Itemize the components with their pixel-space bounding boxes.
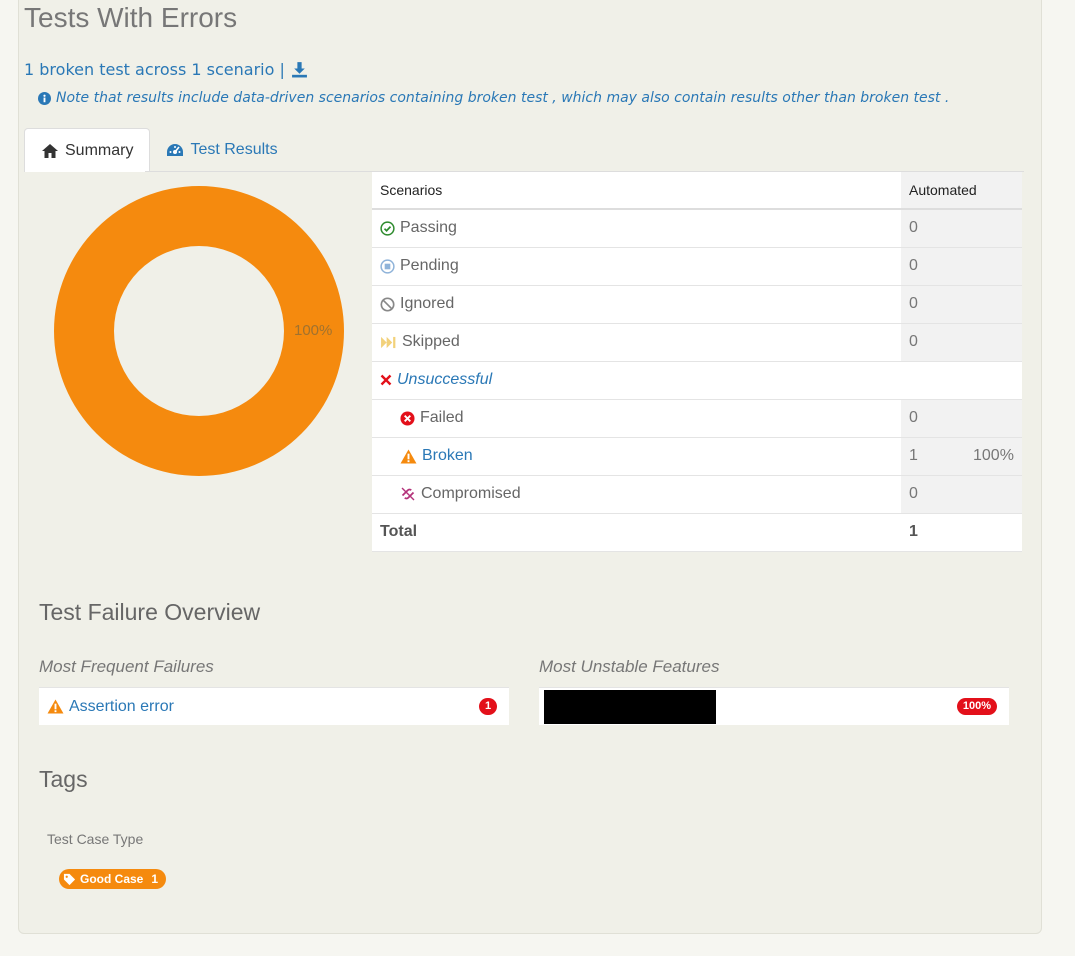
- ban-icon: [380, 296, 395, 312]
- summary-line: 1 broken test across 1 scenario |: [24, 60, 308, 79]
- unstable-pct-badge: 100%: [956, 698, 997, 715]
- scenarios-table: Scenarios Automated Passing 0 Pending 0 …: [372, 172, 1022, 552]
- tab-test-results[interactable]: Test Results: [150, 128, 293, 171]
- tab-summary-label: Summary: [65, 141, 134, 159]
- total-pct: [965, 513, 1022, 552]
- table-row: Passing 0: [372, 209, 1022, 248]
- table-row: Broken 1 100%: [372, 437, 1022, 476]
- tag-count: 1: [151, 872, 159, 886]
- row-label-failed: Failed: [420, 409, 464, 426]
- header-scenarios: Scenarios: [372, 172, 901, 210]
- warning-icon: [47, 699, 64, 714]
- chain-broken-icon: [400, 486, 416, 502]
- frequent-failures-heading: Most Frequent Failures: [39, 657, 214, 676]
- redacted-feature-name[interactable]: [544, 689, 716, 724]
- page-title: Tests With Errors: [24, 2, 238, 33]
- row-count: [901, 361, 965, 400]
- warning-icon: [400, 448, 417, 464]
- unstable-features-heading: Most Unstable Features: [539, 657, 720, 676]
- pending-icon: [380, 258, 395, 274]
- info-icon: [38, 91, 51, 105]
- row-count: 1: [901, 437, 965, 476]
- tab-bar: Summary Test Results: [24, 128, 294, 172]
- total-count: 1: [901, 513, 965, 552]
- table-row: Skipped 0: [372, 323, 1022, 362]
- row-pct: [965, 209, 1022, 248]
- failure-item: Assertion error 1: [39, 687, 509, 725]
- table-row: Unsuccessful: [372, 361, 1022, 400]
- row-count: 0: [901, 247, 965, 286]
- row-count: 0: [901, 475, 965, 514]
- tab-test-results-label: Test Results: [190, 140, 278, 158]
- row-count: 0: [901, 285, 965, 324]
- table-row: Ignored 0: [372, 285, 1022, 324]
- table-row: Failed 0: [372, 399, 1022, 438]
- tab-summary[interactable]: Summary: [24, 128, 151, 172]
- table-row: Pending 0: [372, 247, 1022, 286]
- tag-label: Good Case: [80, 872, 144, 886]
- donut-slice-label: 100%: [294, 322, 333, 339]
- failure-link[interactable]: Assertion error: [69, 698, 174, 716]
- row-label-ignored: Ignored: [400, 295, 455, 312]
- row-label-skipped: Skipped: [402, 333, 460, 350]
- row-pct: [965, 475, 1022, 514]
- times-icon: [380, 374, 392, 386]
- header-automated: Automated: [901, 172, 1022, 210]
- row-pct: [965, 323, 1022, 362]
- failure-count-badge: 1: [479, 698, 497, 715]
- check-circle-icon: [380, 221, 395, 236]
- row-label-passing: Passing: [400, 219, 457, 237]
- row-label-unsuccessful[interactable]: Unsuccessful: [397, 371, 492, 389]
- note-text: Note that results include data-driven sc…: [56, 90, 950, 106]
- row-pct: 100%: [965, 437, 1022, 476]
- download-icon[interactable]: [291, 61, 308, 78]
- row-pct: [965, 361, 1022, 400]
- note-line: Note that results include data-driven sc…: [38, 90, 949, 106]
- row-label-broken[interactable]: Broken: [422, 447, 473, 465]
- summary-text: 1 broken test across 1 scenario |: [24, 60, 285, 79]
- row-pct: [965, 399, 1022, 438]
- table-total-row: Total 1: [372, 513, 1022, 552]
- table-row: Compromised 0: [372, 475, 1022, 514]
- row-pct: [965, 285, 1022, 324]
- fast-forward-icon: [380, 336, 397, 349]
- tag-pill-good-case[interactable]: Good Case 1: [59, 869, 167, 889]
- table-header-row: Scenarios Automated: [372, 172, 1022, 210]
- row-count: 0: [901, 399, 965, 438]
- tag-icon: [63, 873, 76, 886]
- row-pct: [965, 247, 1022, 286]
- home-icon: [41, 143, 59, 159]
- total-label: Total: [372, 513, 901, 552]
- unstable-feature-item: 100%: [539, 687, 1009, 725]
- tags-title: Tags: [39, 766, 88, 792]
- failure-overview-title: Test Failure Overview: [39, 599, 261, 625]
- row-label-compromised: Compromised: [421, 485, 521, 502]
- row-count: 0: [901, 209, 965, 248]
- row-label-pending: Pending: [400, 257, 459, 274]
- tag-type-label: Test Case Type: [47, 831, 144, 847]
- row-count: 0: [901, 323, 965, 362]
- times-circle-icon: [400, 410, 415, 426]
- dashboard-icon: [166, 142, 184, 158]
